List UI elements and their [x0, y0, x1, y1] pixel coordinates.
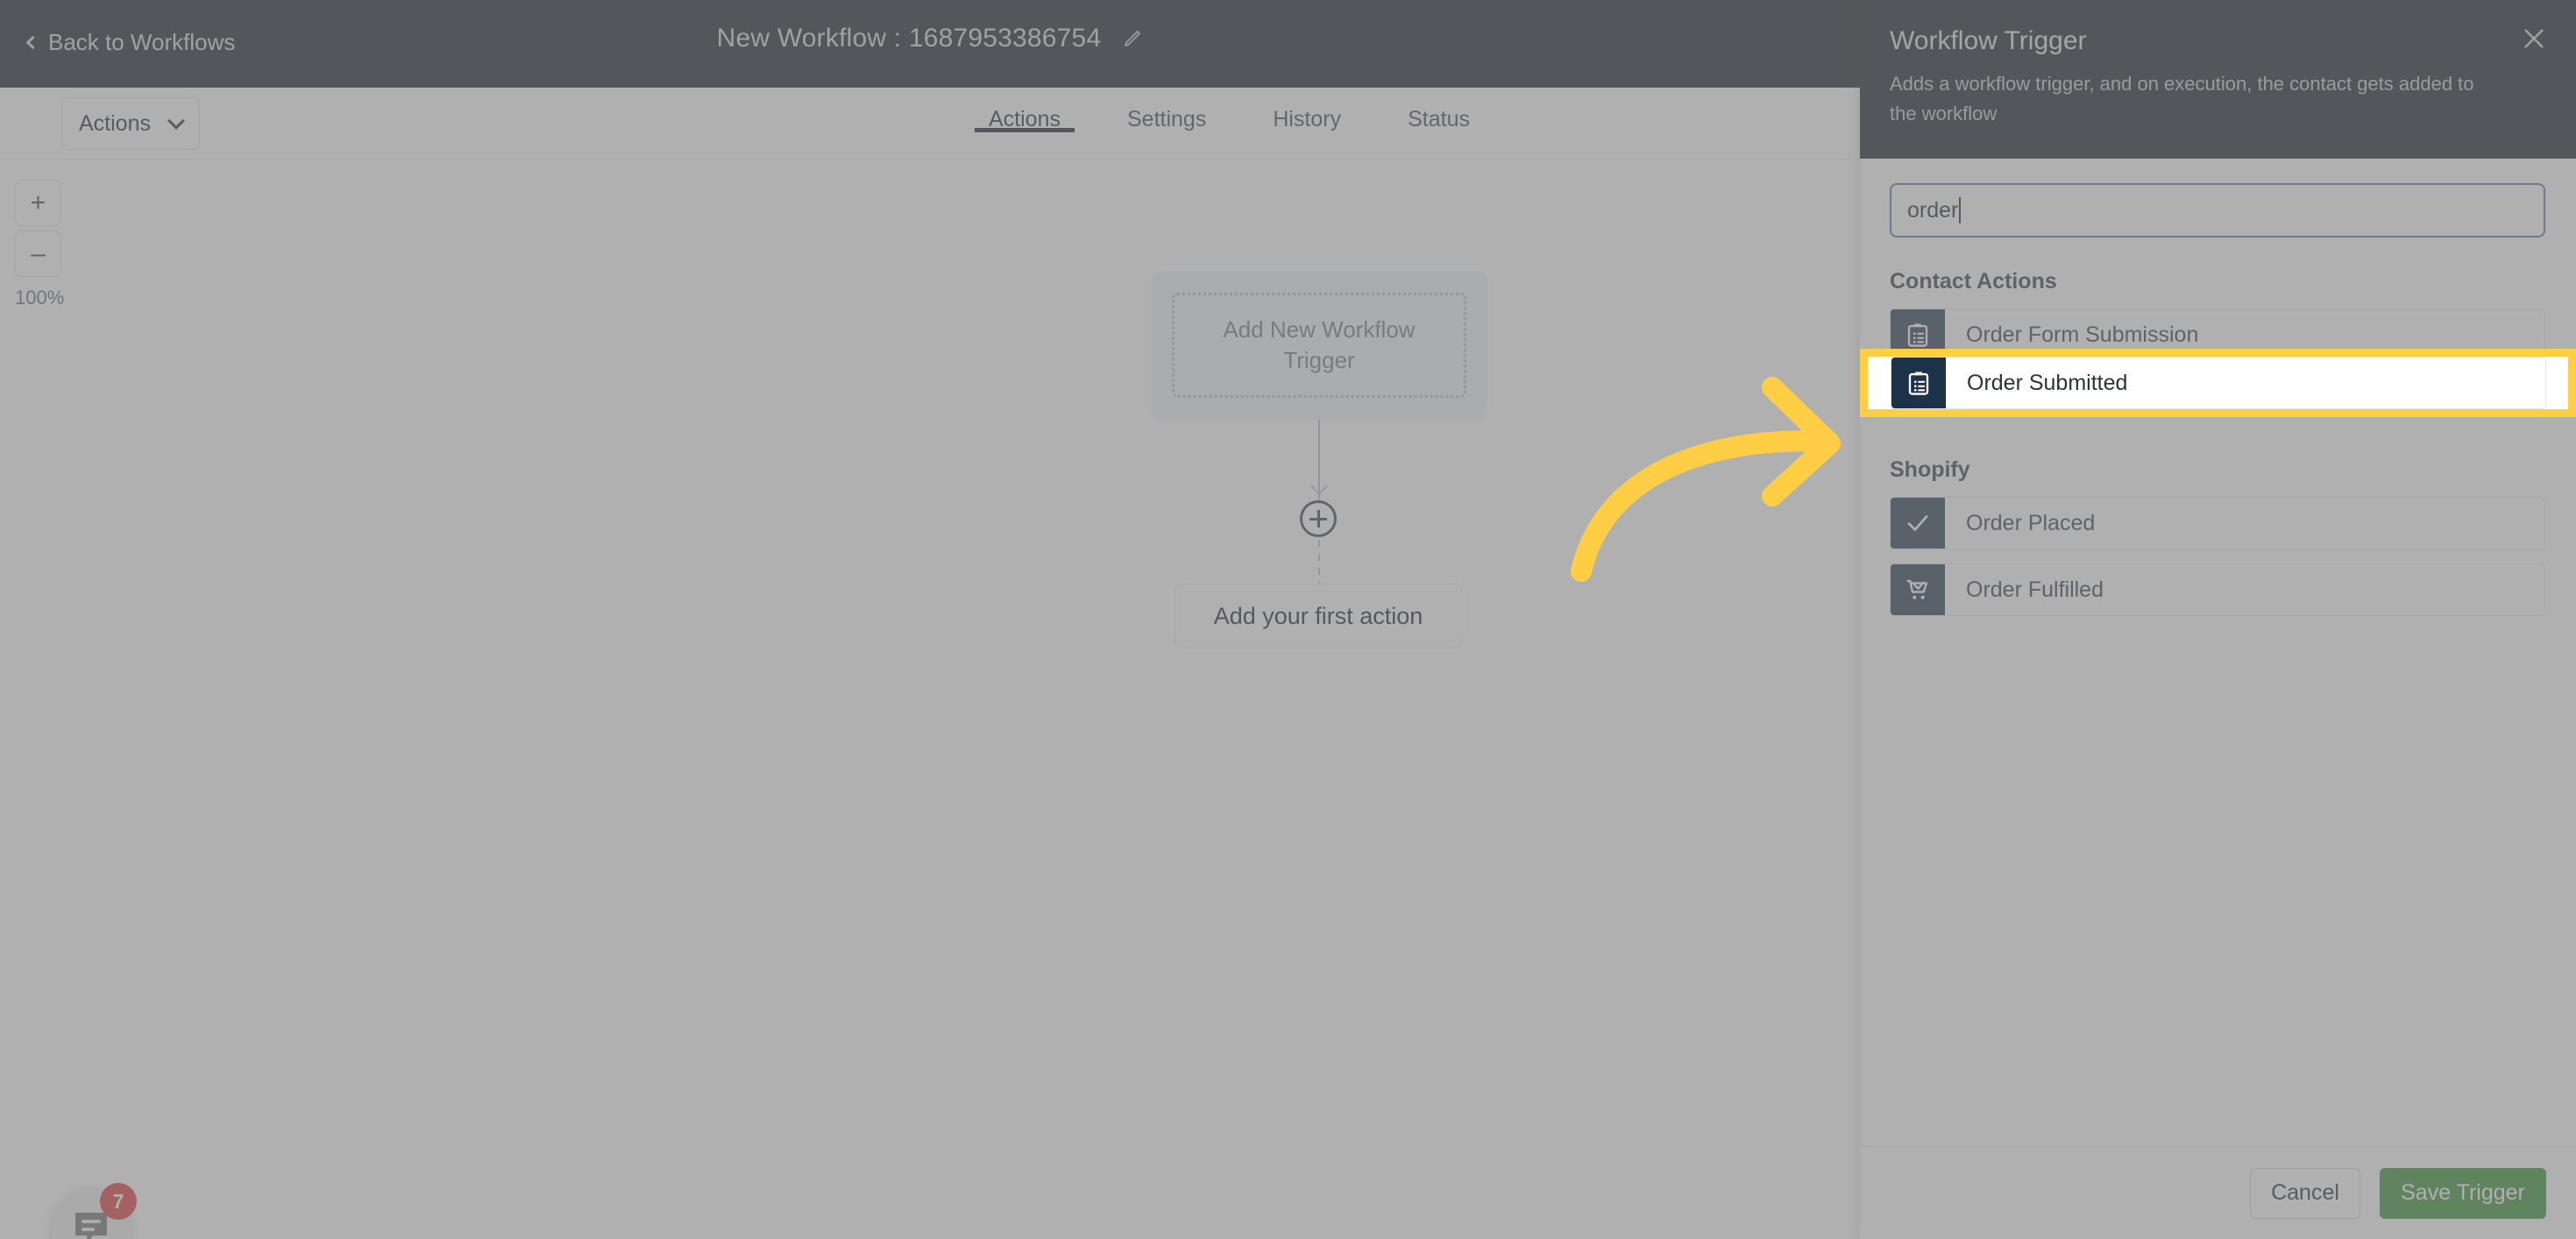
check-icon [1907, 515, 1928, 532]
tab-history[interactable]: History [1239, 88, 1374, 132]
chat-unread-badge: 7 [100, 1183, 137, 1220]
zoom-out-button[interactable]: – [15, 230, 61, 277]
canvas-toolbar: Actions Actions Settings History Status [0, 88, 1860, 159]
add-workflow-trigger-label: Add New Workflow Trigger [1223, 315, 1416, 373]
search-input[interactable]: order [1890, 183, 2545, 238]
zoom-controls: + – 100% [15, 180, 67, 309]
chevron-down-icon [167, 111, 185, 130]
tab-status[interactable]: Status [1374, 88, 1503, 132]
add-first-action-label: Add your first action [1213, 602, 1423, 629]
actions-dropdown-button[interactable]: Actions [61, 97, 200, 150]
group-title-shopify: Shopify [1890, 457, 1970, 483]
close-icon [2524, 29, 2544, 48]
group-title-contact-actions: Contact Actions [1890, 269, 2057, 294]
tab-settings-label: Settings [1126, 107, 1207, 131]
save-trigger-button[interactable]: Save Trigger [2380, 1167, 2546, 1219]
add-first-action-node[interactable]: Add your first action [1174, 584, 1462, 648]
pencil-icon[interactable] [1122, 28, 1143, 49]
plus-vertical-stroke [1316, 510, 1320, 527]
trigger-option-label: Order Submitted [1967, 370, 2128, 395]
zoom-level-label: 100% [15, 287, 65, 308]
actions-dropdown-label: Actions [79, 110, 151, 136]
cart-check-icon-tile [1891, 564, 1945, 616]
tab-actions[interactable]: Actions [955, 88, 1094, 132]
chat-widget-button[interactable]: 7 [51, 1183, 137, 1239]
tab-active-indicator [975, 128, 1075, 132]
add-workflow-trigger-dashed-box: Add New Workflow Trigger [1172, 293, 1466, 398]
trigger-option-label: Order Fulfilled [1966, 577, 2104, 602]
clipboard-list-icon [1908, 372, 1929, 395]
clipboard-list-icon-tile [1891, 358, 1946, 408]
trigger-option-label: Order Placed [1966, 510, 2096, 535]
panel-body: order Contact Actions Order Form Submiss… [1860, 159, 2576, 1146]
check-icon-tile [1891, 498, 1945, 549]
workflow-canvas-area: Actions Actions Settings History Status [0, 88, 1860, 1239]
search-input-value: order [1907, 197, 1959, 223]
trigger-option-order-placed[interactable]: Order Placed [1890, 497, 2545, 550]
page-title: New Workflow : 1687953386754 [716, 24, 1102, 53]
tab-history-label: History [1273, 107, 1342, 131]
close-panel-button[interactable] [2518, 23, 2550, 54]
dashed-connector [1318, 540, 1320, 585]
zoom-in-button[interactable]: + [15, 180, 61, 226]
tab-settings[interactable]: Settings [1094, 88, 1239, 132]
cancel-button[interactable]: Cancel [2250, 1167, 2360, 1219]
highlight-callout-box: Order Submitted [1860, 349, 2576, 417]
panel-header: Workflow Trigger Adds a workflow trigger… [1860, 0, 2576, 159]
add-workflow-trigger-node[interactable]: Add New Workflow Trigger [1151, 271, 1487, 420]
tab-bar: Actions Settings History Status [955, 88, 1503, 159]
trigger-option-order-submitted[interactable]: Order Submitted [1891, 357, 2546, 409]
app-root: Back to Workflows New Workflow : 1687953… [0, 0, 2576, 1239]
add-node-button[interactable] [1300, 500, 1337, 537]
workflow-title-group: New Workflow : 1687953386754 [0, 24, 1860, 53]
workflow-trigger-panel: Workflow Trigger Adds a workflow trigger… [1860, 0, 2576, 1239]
text-caret [1959, 197, 1962, 224]
panel-title: Workflow Trigger [1890, 26, 2087, 55]
trigger-option-order-fulfilled[interactable]: Order Fulfilled [1890, 563, 2545, 617]
panel-description: Adds a workflow trigger, and on executio… [1890, 73, 2474, 125]
clipboard-list-icon [1907, 323, 1928, 347]
tab-status-label: Status [1408, 107, 1470, 131]
panel-footer: Cancel Save Trigger [1860, 1146, 2576, 1239]
cart-check-icon [1906, 580, 1928, 599]
